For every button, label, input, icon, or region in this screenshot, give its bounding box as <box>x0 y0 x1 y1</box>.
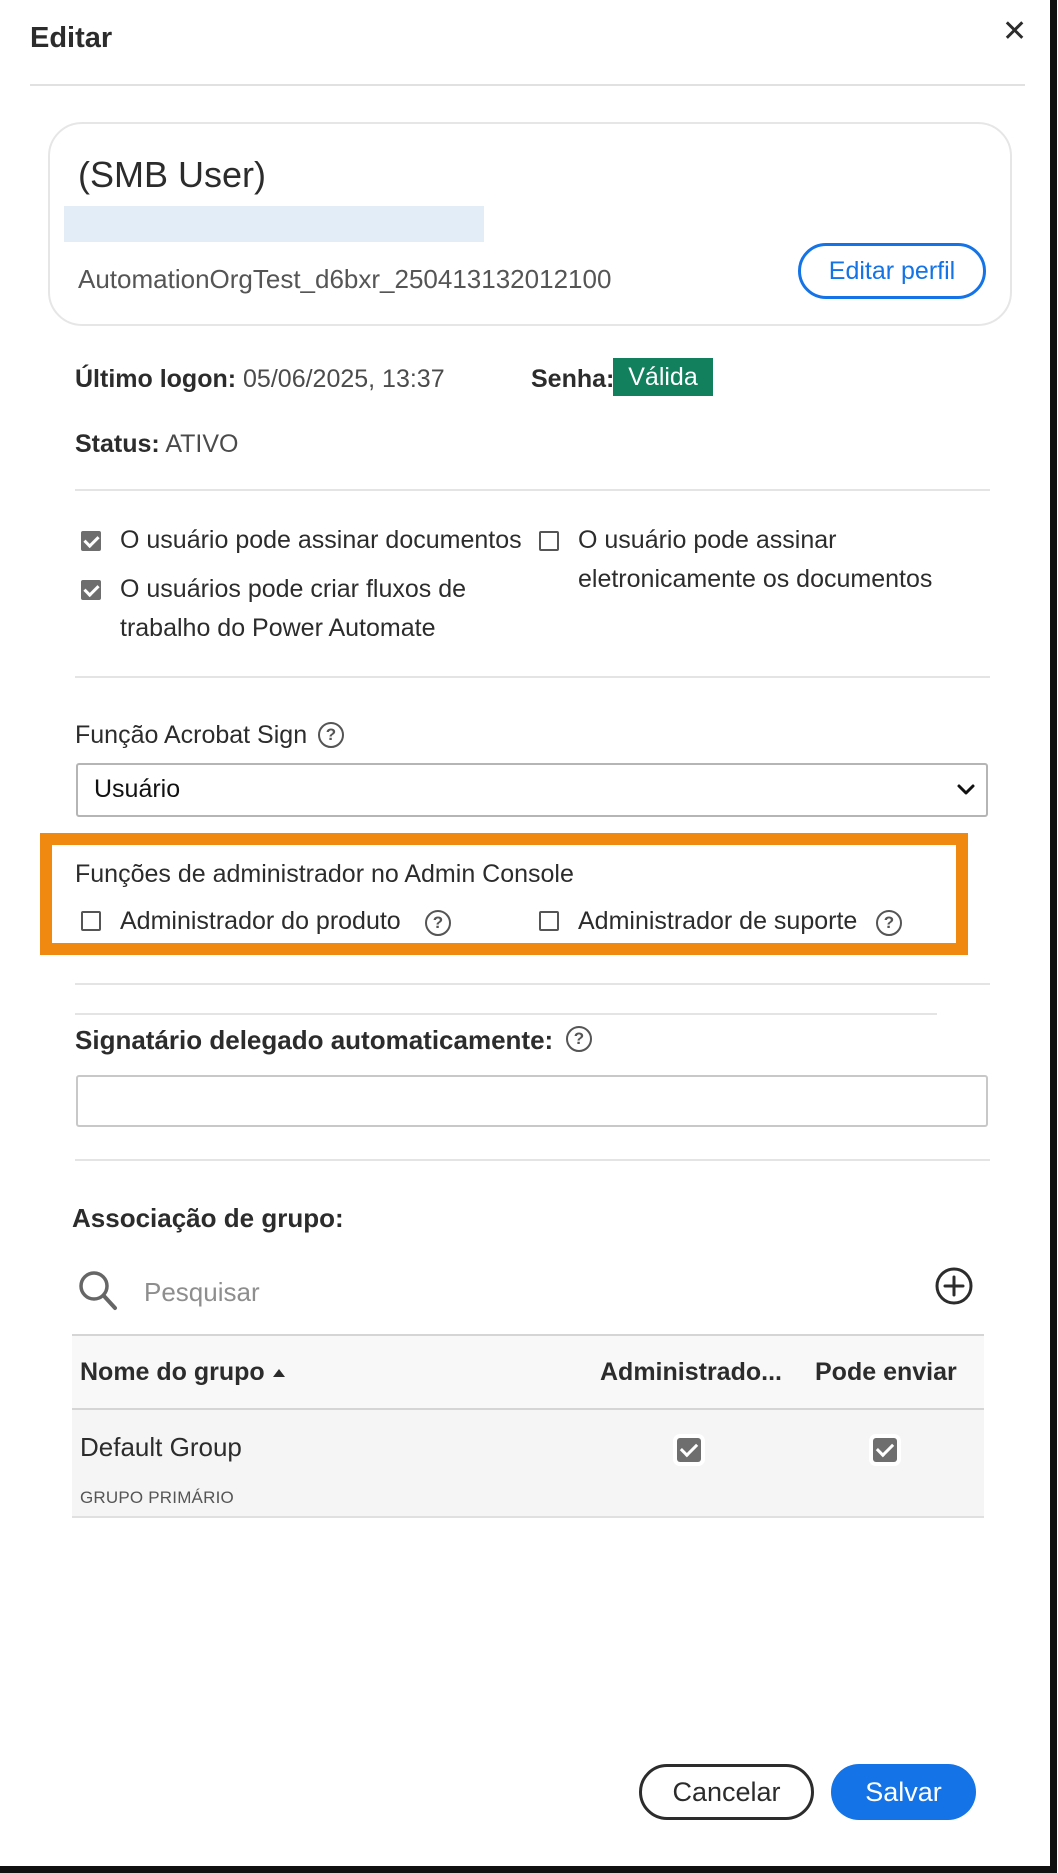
last-logon-value: 05/06/2025, 13:37 <box>243 365 445 393</box>
divider <box>75 1013 937 1015</box>
dialog-title: Editar <box>30 22 113 54</box>
edit-profile-button[interactable]: Editar perfil <box>798 243 986 299</box>
cancel-button[interactable]: Cancelar <box>639 1764 814 1820</box>
esign-label-line2: eletronicamente os documentos <box>578 565 933 593</box>
help-icon[interactable]: ? <box>425 910 451 936</box>
redacted-email <box>64 206 484 242</box>
status-label: Status: <box>75 430 160 458</box>
group-name: Default Group <box>80 1432 242 1462</box>
delegate-label: Signatário delegado automaticamente: <box>75 1025 554 1055</box>
table-row[interactable]: Default Group GRUPO PRIMÁRIO <box>72 1410 984 1518</box>
group-search-input[interactable] <box>142 1271 746 1313</box>
close-icon[interactable]: ✕ <box>1002 14 1027 49</box>
role-select-value: Usuário <box>94 775 181 803</box>
admin-roles-title: Funções de administrador no Admin Consol… <box>75 860 574 888</box>
esign-label-line1: O usuário pode assinar <box>578 526 837 554</box>
help-icon[interactable]: ? <box>876 910 902 936</box>
support-admin-checkbox[interactable] <box>539 911 559 931</box>
add-circle-icon[interactable] <box>934 1266 974 1306</box>
divider <box>75 1159 990 1161</box>
power-automate-checkbox[interactable] <box>81 580 101 600</box>
save-button[interactable]: Salvar <box>831 1764 976 1820</box>
help-icon[interactable]: ? <box>566 1026 592 1052</box>
divider <box>75 676 990 678</box>
role-label: Função Acrobat Sign <box>75 721 308 749</box>
user-name: (SMB User) <box>78 154 266 195</box>
edit-user-dialog: Editar ✕ (SMB User) AutomationOrgTest_d6… <box>0 0 1045 1862</box>
help-icon[interactable]: ? <box>318 722 344 748</box>
power-automate-label-line1: O usuários pode criar fluxos de <box>120 575 467 603</box>
product-admin-checkbox[interactable] <box>81 911 101 931</box>
product-admin-label: Administrador do produto <box>120 907 401 935</box>
group-subtitle: GRUPO PRIMÁRIO <box>80 1488 234 1507</box>
group-admin-checkbox[interactable] <box>677 1438 701 1462</box>
groups-table: Nome do grupo Administrado... Pode envia… <box>72 1334 984 1518</box>
group-association-label: Associação de grupo: <box>72 1203 344 1233</box>
esign-checkbox[interactable] <box>539 531 559 551</box>
search-icon <box>79 1271 117 1310</box>
group-can-send-checkbox[interactable] <box>873 1438 897 1462</box>
password-status-badge: Válida <box>613 358 713 396</box>
table-header: Nome do grupo Administrado... Pode envia… <box>72 1334 984 1410</box>
divider <box>75 983 990 985</box>
role-select[interactable]: Usuário <box>76 763 988 817</box>
status: Status: ATIVO <box>75 430 238 459</box>
last-logon: Último logon: 05/06/2025, 13:37 <box>75 365 445 394</box>
last-logon-label: Último logon: <box>75 365 237 393</box>
can-sign-checkbox[interactable] <box>81 531 101 551</box>
divider <box>75 489 990 491</box>
support-admin-label: Administrador de suporte <box>578 907 858 935</box>
divider <box>30 84 1025 86</box>
column-header-can-send[interactable]: Pode enviar <box>815 1358 957 1387</box>
column-header-group-name[interactable]: Nome do grupo <box>80 1358 285 1387</box>
status-value: ATIVO <box>165 430 239 458</box>
column-header-admin[interactable]: Administrado... <box>600 1358 782 1387</box>
delegate-input[interactable] <box>76 1075 988 1127</box>
password-label: Senha: <box>531 365 615 393</box>
sort-ascending-icon <box>272 1369 285 1378</box>
can-sign-label: O usuário pode assinar documentos <box>120 526 522 554</box>
profile-card: (SMB User) AutomationOrgTest_d6bxr_25041… <box>48 122 1012 326</box>
chevron-down-icon <box>957 784 975 795</box>
power-automate-label-line2: trabalho do Power Automate <box>120 614 436 642</box>
organization-name: AutomationOrgTest_d6bxr_250413132012100 <box>78 264 612 294</box>
